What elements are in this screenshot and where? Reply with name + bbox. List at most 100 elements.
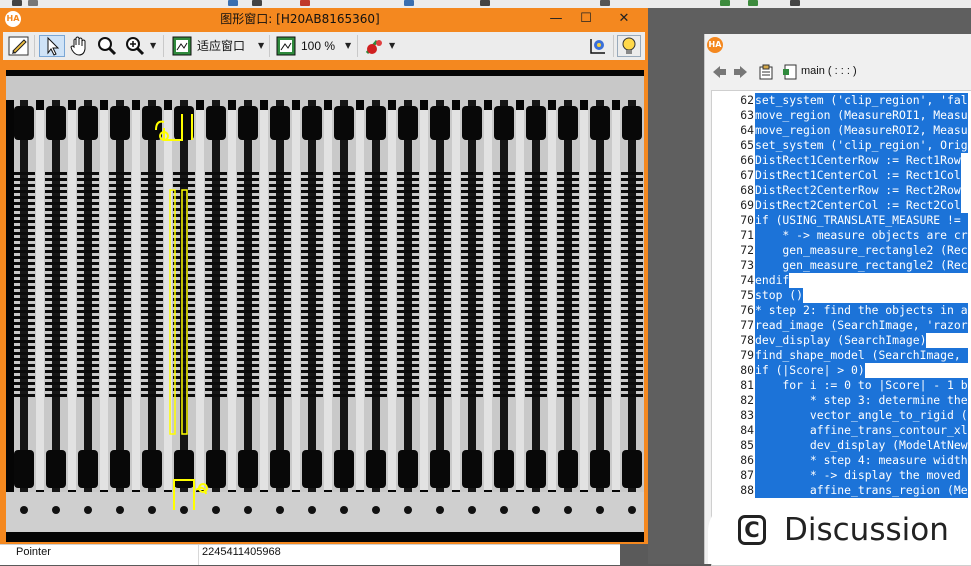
code-line[interactable]: if (USING_TRANSLATE_MEASURE != xyxy=(755,213,968,228)
toolbar-icon[interactable] xyxy=(228,0,238,6)
code-line[interactable]: read_image (SearchImage, 'razor xyxy=(755,318,968,333)
toolbar-icon[interactable] xyxy=(790,0,800,6)
code-line[interactable]: * step 3: determine the xyxy=(755,393,968,408)
comb-tooth xyxy=(589,310,611,313)
minimize-button[interactable]: — xyxy=(542,8,570,30)
comb-tooth xyxy=(397,238,419,241)
toolbar-icon[interactable] xyxy=(748,0,758,6)
procedure-selector[interactable]: main ( : : : ) xyxy=(801,65,857,77)
toolbar-icon[interactable] xyxy=(480,0,490,6)
code-line[interactable]: * -> measure objects are cr xyxy=(755,228,968,243)
comb-tooth xyxy=(173,328,195,331)
comb-tooth xyxy=(365,370,387,373)
fit-window-label[interactable]: 适应窗口 xyxy=(197,35,257,57)
toolbar-icon[interactable] xyxy=(300,0,310,6)
zoom-dropdown-caret[interactable]: ▼ xyxy=(150,35,158,57)
comb-tooth xyxy=(13,346,35,349)
comb-tooth xyxy=(109,346,131,349)
comb-tooth xyxy=(365,328,387,331)
comb-tooth xyxy=(525,340,547,343)
help-bulb-icon[interactable] xyxy=(617,35,641,57)
back-arrow-icon[interactable] xyxy=(711,64,727,80)
comb-tooth xyxy=(13,202,35,205)
zoom-percent-icon[interactable] xyxy=(275,35,297,57)
comb-tooth xyxy=(237,364,259,367)
pencil-icon[interactable] xyxy=(7,35,31,57)
comb-tooth xyxy=(109,364,131,367)
hand-icon[interactable] xyxy=(67,35,91,57)
comb-tooth xyxy=(205,238,227,241)
clipboard-icon[interactable] xyxy=(758,64,774,80)
comb-tooth xyxy=(237,310,259,313)
comb-tooth xyxy=(493,298,515,301)
graphics-window-titlebar[interactable]: HA 图形窗口: [H20AB8165360] — ☐ ✕ xyxy=(0,8,648,30)
toolbar-icon[interactable] xyxy=(404,0,414,6)
image-canvas[interactable] xyxy=(6,70,644,542)
code-line[interactable]: affine_trans_contour_xl xyxy=(755,423,968,438)
line-number: 73 xyxy=(740,258,754,272)
code-line[interactable]: DistRect1CenterCol := Rect1Col xyxy=(755,168,961,183)
comb-tooth xyxy=(429,328,451,331)
line-number: 83 xyxy=(740,408,754,422)
code-line[interactable]: * step 4: measure width xyxy=(755,453,968,468)
code-line[interactable]: set_system ('clip_region', Orig xyxy=(755,138,968,153)
discussion-button[interactable]: C Discussion xyxy=(708,498,971,564)
comb-tooth xyxy=(589,172,611,175)
code-line[interactable]: gen_measure_rectangle2 (Rec xyxy=(755,243,968,258)
comb-tooth xyxy=(269,364,291,367)
comb-tooth xyxy=(557,196,579,199)
code-line[interactable]: DistRect2CenterCol := Rect2Col xyxy=(755,198,961,213)
toolbar-icon[interactable] xyxy=(28,0,38,6)
editor-titlebar[interactable]: HA xyxy=(705,34,971,56)
zoom-plus-icon[interactable] xyxy=(123,35,149,57)
zoom-percent-label[interactable]: 100 % xyxy=(301,35,341,57)
comb-tooth xyxy=(365,346,387,349)
code-line[interactable]: affine_trans_region (Me xyxy=(755,483,968,498)
comb-tooth xyxy=(269,208,291,211)
graphics-settings-icon[interactable] xyxy=(585,35,609,57)
code-line[interactable]: vector_angle_to_rigid ( xyxy=(755,408,968,423)
procedure-icon[interactable] xyxy=(783,64,797,80)
code-line[interactable]: dev_display (ModelAtNew xyxy=(755,438,968,453)
toolbar-icon[interactable] xyxy=(600,0,610,6)
comb-tooth xyxy=(493,358,515,361)
code-editor[interactable]: 62 set_system ('clip_region', 'fal 63 move_… xyxy=(711,90,971,566)
fit-window-dropdown[interactable]: ▼ xyxy=(258,35,266,57)
code-line[interactable]: DistRect2CenterRow := Rect2Row xyxy=(755,183,961,198)
close-button[interactable]: ✕ xyxy=(610,8,638,30)
color-icon[interactable] xyxy=(363,35,387,57)
code-line[interactable]: move_region (MeasureROI2, Measu xyxy=(755,123,968,138)
code-line[interactable]: if (|Score| > 0) xyxy=(755,363,865,378)
zoom-percent-dropdown[interactable]: ▼ xyxy=(345,35,353,57)
frame-edge xyxy=(6,100,14,492)
code-line[interactable]: for i := 0 to |Score| - 1 b xyxy=(755,378,968,393)
fit-window-icon[interactable] xyxy=(171,35,193,57)
zoom-icon[interactable] xyxy=(95,35,119,57)
maximize-button[interactable]: ☐ xyxy=(572,8,600,30)
code-line[interactable]: move_region (MeasureROI1, Measu xyxy=(755,108,968,123)
code-line[interactable]: stop () xyxy=(755,288,804,303)
comb-tooth xyxy=(429,196,451,199)
comb-tooth xyxy=(45,184,67,187)
code-line[interactable]: set_system ('clip_region', 'fal xyxy=(755,93,968,108)
toolbar-icon[interactable] xyxy=(252,0,262,6)
comb-tooth xyxy=(173,394,195,397)
code-line[interactable]: DistRect1CenterRow := Rect1Row xyxy=(755,153,961,168)
toolbar-icon[interactable] xyxy=(720,0,730,6)
comb-tooth xyxy=(525,388,547,391)
code-line[interactable]: gen_measure_rectangle2 (Rec xyxy=(755,258,968,273)
pointer-icon[interactable] xyxy=(39,35,65,57)
comb-tooth xyxy=(205,352,227,355)
comb-tooth xyxy=(333,244,355,247)
color-dropdown[interactable]: ▼ xyxy=(389,35,397,57)
code-line[interactable]: find_shape_model (SearchImage, xyxy=(755,348,968,363)
toolbar-icon[interactable] xyxy=(12,0,22,6)
code-line[interactable]: * step 2: find the objects in a xyxy=(755,303,968,318)
code-line[interactable]: * -> display the moved xyxy=(755,468,968,483)
comb-tooth xyxy=(429,172,451,175)
code-line[interactable]: endif xyxy=(755,273,790,288)
forward-arrow-icon[interactable] xyxy=(733,64,749,80)
lead-finger xyxy=(148,100,156,492)
code-line[interactable]: dev_display (SearchImage) xyxy=(755,333,927,348)
comb-tooth xyxy=(621,196,643,199)
